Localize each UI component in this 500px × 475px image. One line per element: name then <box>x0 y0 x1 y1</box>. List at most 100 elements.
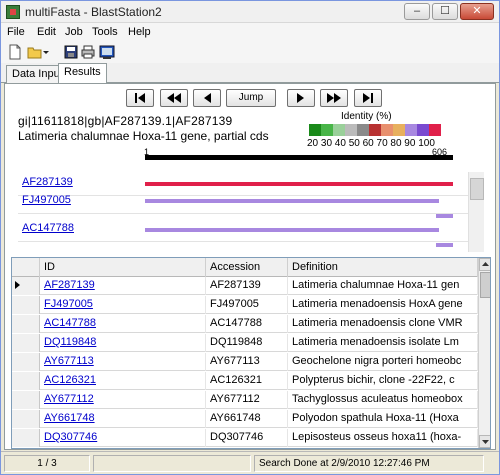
identity-swatch <box>333 124 345 136</box>
identity-swatch <box>381 124 393 136</box>
first-hit-button[interactable] <box>126 89 154 107</box>
last-hit-button[interactable] <box>354 89 382 107</box>
row-selector[interactable] <box>12 277 40 295</box>
table-row[interactable]: AC126321 AC126321 Polypterus bichir, clo… <box>12 372 478 390</box>
last-icon <box>363 93 373 103</box>
job-status: Search Done at 2/9/2010 12:27:46 PM <box>254 455 484 472</box>
previous-hit-button[interactable] <box>193 89 221 107</box>
row-accession: DQ119848 <box>206 334 288 352</box>
scroll-up-button[interactable] <box>479 258 490 271</box>
row-definition: Latimeria menadoensis isolate Lm <box>288 334 478 352</box>
tab-strip: Data Input Results <box>1 63 499 84</box>
row-selector[interactable] <box>12 429 40 447</box>
scroll-down-icon <box>482 440 489 444</box>
table-row[interactable]: AY677113 AY677113 Geochelone nigra porte… <box>12 353 478 371</box>
properties-icon[interactable] <box>99 44 115 60</box>
title-bar: multiFasta - BlastStation2 – ☐ ✕ <box>1 1 499 23</box>
hit-alignment-bar <box>145 199 439 203</box>
identity-swatch <box>357 124 369 136</box>
scroll-down-button[interactable] <box>479 435 490 448</box>
table-row[interactable]: AF287139 AF287139 Latimeria chalumnae Ho… <box>12 277 478 295</box>
status-spacer <box>93 455 251 472</box>
new-document-icon[interactable] <box>7 44 23 60</box>
hit-link[interactable]: AC147788 <box>22 222 74 234</box>
row-id-link[interactable]: AC126321 <box>40 372 206 390</box>
identity-swatch <box>417 124 429 136</box>
fast-back-button[interactable] <box>160 89 188 107</box>
first-icon <box>135 93 145 103</box>
row-definition: Polyodon spathula Hoxa-11 (Hoxa <box>288 410 478 428</box>
hit-row: AC147788 <box>18 220 470 247</box>
table-row[interactable]: FJ497005 FJ497005 Latimeria menadoensis … <box>12 296 478 314</box>
scroll-up-icon <box>482 262 489 266</box>
row-selector[interactable] <box>12 410 40 428</box>
table-row[interactable]: DQ307746 DQ307746 Lepisosteus osseus hox… <box>12 429 478 447</box>
row-definition: Geochelone nigra porteri homeobc <box>288 353 478 371</box>
row-selector[interactable] <box>12 372 40 390</box>
row-definition: Polypterus bichir, clone -22F22, c <box>288 372 478 390</box>
hit-link[interactable]: AF287139 <box>22 176 73 188</box>
fast-forward-button[interactable] <box>320 89 348 107</box>
jump-button[interactable]: Jump <box>226 89 276 107</box>
open-folder-icon[interactable] <box>27 44 43 60</box>
row-id-link[interactable]: AC147788 <box>40 315 206 333</box>
table-row[interactable]: AY677112 AY677112 Tachyglossus aculeatus… <box>12 391 478 409</box>
toolbar <box>1 41 499 63</box>
menu-file[interactable]: File <box>7 26 25 38</box>
hit-alignment-bar <box>436 214 453 218</box>
menu-job[interactable]: Job <box>65 26 83 38</box>
identity-swatch <box>393 124 405 136</box>
identity-scale-ticks: 20 30 40 50 60 70 80 90 100 <box>307 138 435 149</box>
next-hit-button[interactable] <box>287 89 315 107</box>
row-id-link[interactable]: DQ119848 <box>40 334 206 352</box>
row-selector[interactable] <box>12 315 40 333</box>
chevron-down-icon[interactable] <box>42 44 58 60</box>
row-id-link[interactable]: AY677112 <box>40 391 206 409</box>
window-title: multiFasta - BlastStation2 <box>25 5 162 19</box>
row-definition: Lepisosteus osseus hoxa11 (hoxa- <box>288 429 478 447</box>
menu-edit[interactable]: Edit <box>37 26 56 38</box>
current-row-pointer-icon <box>15 281 20 289</box>
hit-graphic-scrollbar[interactable] <box>468 172 484 252</box>
close-button[interactable]: ✕ <box>460 3 494 20</box>
table-row[interactable]: DQ119848 DQ119848 Latimeria menadoensis … <box>12 334 478 352</box>
results-panel: Jump gi|11611818|gb|AF287139.1|AF287139 … <box>4 83 496 450</box>
row-selector[interactable] <box>12 391 40 409</box>
menu-tools[interactable]: Tools <box>92 26 118 38</box>
row-selector[interactable] <box>12 296 40 314</box>
row-selector[interactable] <box>12 353 40 371</box>
app-icon <box>6 5 20 19</box>
query-description: Latimeria chalumnae Hoxa-11 gene, partia… <box>18 129 269 143</box>
table-row[interactable]: AY661748 AY661748 Polyodon spathula Hoxa… <box>12 410 478 428</box>
tab-results[interactable]: Results <box>58 63 107 84</box>
row-accession: AY677113 <box>206 353 288 371</box>
page-indicator: 1 / 3 <box>4 455 90 472</box>
row-id-link[interactable]: FJ497005 <box>40 296 206 314</box>
table-scrollbar[interactable] <box>478 258 490 448</box>
menu-help[interactable]: Help <box>128 26 151 38</box>
row-id-link[interactable]: AF287139 <box>40 277 206 295</box>
column-header-id[interactable]: ID <box>40 258 206 277</box>
table-header: ID Accession Definition <box>12 258 478 277</box>
row-definition: Tachyglossus aculeatus homeobox <box>288 391 478 409</box>
row-id-link[interactable]: DQ307746 <box>40 429 206 447</box>
app-window: multiFasta - BlastStation2 – ☐ ✕ File Ed… <box>0 0 500 475</box>
maximize-button[interactable]: ☐ <box>432 3 458 20</box>
minimize-button[interactable]: – <box>404 3 430 20</box>
menu-bar: File Edit Job Tools Help <box>1 23 499 41</box>
column-header-accession[interactable]: Accession <box>206 258 288 277</box>
save-icon[interactable] <box>63 44 79 60</box>
row-id-link[interactable]: AY661748 <box>40 410 206 428</box>
fast-forward-icon <box>327 93 341 103</box>
scroll-thumb[interactable] <box>470 178 484 200</box>
row-id-link[interactable]: AY677113 <box>40 353 206 371</box>
table-row[interactable]: AC147788 AC147788 Latimeria menadoensis … <box>12 315 478 333</box>
identity-swatch <box>345 124 357 136</box>
fast-back-icon <box>167 93 181 103</box>
scroll-thumb[interactable] <box>480 272 490 298</box>
row-selector[interactable] <box>12 334 40 352</box>
print-icon[interactable] <box>80 44 96 60</box>
hit-link[interactable]: FJ497005 <box>22 194 71 206</box>
identity-swatch <box>429 124 441 136</box>
column-header-definition[interactable]: Definition <box>288 258 478 277</box>
